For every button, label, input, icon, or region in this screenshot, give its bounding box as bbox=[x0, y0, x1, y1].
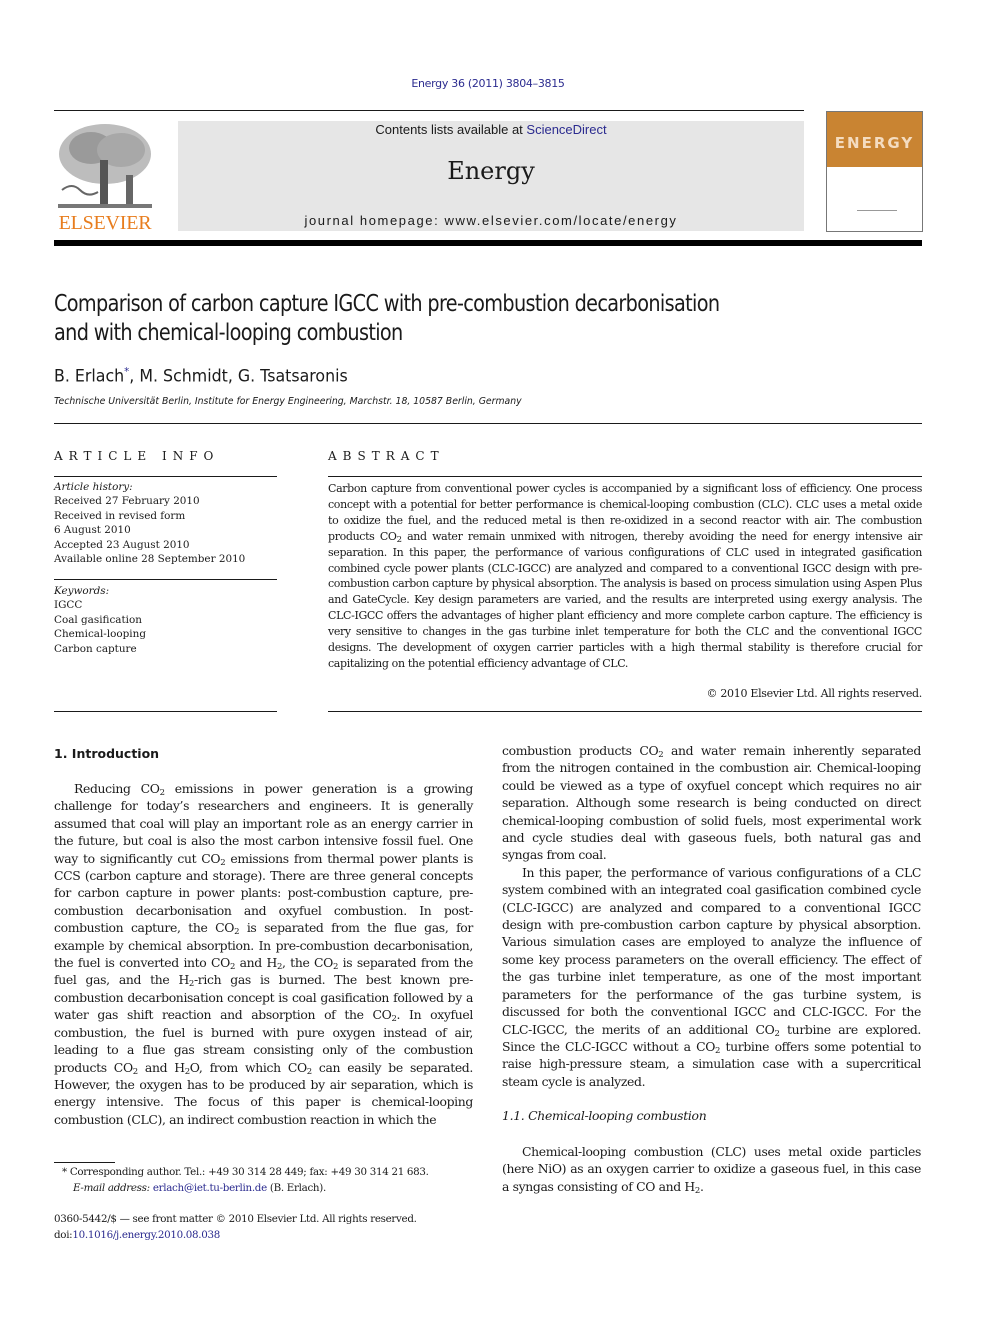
keywords-label: Keywords: bbox=[54, 585, 110, 597]
title-rule bbox=[54, 423, 922, 424]
keyword: Chemical-looping bbox=[54, 628, 146, 641]
history-item: Available online 28 September 2010 bbox=[54, 553, 246, 566]
subscript: 2 bbox=[774, 1028, 780, 1039]
info-rule bbox=[54, 476, 277, 477]
subscript: 2 bbox=[184, 1066, 190, 1077]
email-line: E-mail address: erlach@iet.tu-berlin.de … bbox=[62, 1181, 482, 1197]
contents-line: Contents lists available at ScienceDirec… bbox=[178, 122, 804, 137]
article-history-label: Article history: bbox=[54, 481, 133, 493]
subscript: 2 bbox=[332, 962, 339, 973]
subscript: 2 bbox=[159, 788, 165, 798]
subscript: 2 bbox=[132, 1066, 138, 1077]
email-label: E-mail address: bbox=[73, 1181, 150, 1194]
contents-prefix: Contents lists available at bbox=[375, 122, 527, 137]
footnote-rule bbox=[54, 1162, 115, 1163]
front-matter: 0360-5442/$ — see front matter © 2010 El… bbox=[54, 1212, 494, 1243]
front-matter-text: 0360-5442/$ — see front matter © 2010 El… bbox=[54, 1213, 417, 1225]
subscript: 2 bbox=[306, 1066, 312, 1077]
article-title: Comparison of carbon capture IGCC with p… bbox=[54, 290, 872, 348]
abstract-copyright: © 2010 Elsevier Ltd. All rights reserved… bbox=[706, 687, 922, 700]
abstract-rule bbox=[328, 711, 922, 712]
subscript: 2 bbox=[396, 534, 402, 545]
subsection-heading: 1.1. Chemical-looping combustion bbox=[502, 1108, 707, 1123]
keywords: Keywords: IGCC Coal gasification Chemica… bbox=[54, 584, 277, 656]
affiliation: Technische Universität Berlin, Institute… bbox=[54, 396, 522, 407]
subscript: 2 bbox=[188, 979, 194, 990]
corresponding-author-footnote: * Corresponding author. Tel.: +49 30 314… bbox=[62, 1165, 482, 1196]
subscript: 2 bbox=[658, 750, 664, 760]
elsevier-tree-icon bbox=[56, 120, 154, 212]
keyword: Coal gasification bbox=[54, 613, 142, 626]
abstract-heading: ABSTRACT bbox=[328, 449, 445, 463]
header-rule bbox=[54, 110, 804, 111]
history-item: 6 August 2010 bbox=[54, 524, 131, 537]
abstract-text: Carbon capture from conventional power c… bbox=[328, 482, 922, 670]
journal-name: Energy bbox=[447, 157, 535, 185]
elsevier-wordmark: ELSEVIER bbox=[58, 212, 152, 234]
subscript: 2 bbox=[229, 962, 236, 973]
elsevier-logo[interactable]: ELSEVIER bbox=[54, 120, 156, 234]
doi-link[interactable]: 10.1016/j.energy.2010.08.038 bbox=[72, 1229, 220, 1241]
doi-line: doi:10.1016/j.energy.2010.08.038 bbox=[54, 1228, 494, 1244]
subscript: 2 bbox=[715, 1045, 721, 1056]
body-paragraph: In this paper, the performance of variou… bbox=[502, 864, 921, 1089]
sciencedirect-link[interactable]: ScienceDirect bbox=[526, 122, 606, 137]
subscript: 2 bbox=[391, 1014, 397, 1025]
body-column-left: Reducing CO2 emissions in power generati… bbox=[54, 780, 473, 1128]
subscript: 2 bbox=[234, 927, 240, 938]
abstract-rule bbox=[328, 476, 922, 477]
author-name: B. Erlach bbox=[54, 366, 125, 387]
doi-prefix: doi: bbox=[54, 1228, 73, 1241]
info-rule bbox=[54, 711, 277, 712]
cover-title: ENERGY bbox=[834, 134, 915, 152]
body-paragraph: Reducing CO2 emissions in power generati… bbox=[54, 781, 474, 1127]
keyword: Carbon capture bbox=[54, 642, 137, 655]
body-column-right-continued: Chemical-looping combustion (CLC) uses m… bbox=[502, 1143, 921, 1195]
journal-citation-link[interactable]: Energy 36 (2011) 3804–3815 bbox=[0, 77, 976, 90]
body-column-right: combustion products CO2 and water remain… bbox=[502, 742, 921, 1090]
journal-banner: Contents lists available at ScienceDirec… bbox=[178, 121, 804, 231]
info-rule bbox=[54, 579, 277, 580]
author-names-rest: , M. Schmidt, G. Tsatsaronis bbox=[129, 366, 348, 387]
article-info-heading: ARTICLE INFO bbox=[54, 449, 220, 463]
subscript: 2 bbox=[276, 962, 282, 973]
author-list: B. Erlach*, M. Schmidt, G. Tsatsaronis bbox=[54, 365, 348, 387]
cover-sciencedirect-mark bbox=[857, 210, 897, 217]
title-line-2: and with chemical-looping combustion bbox=[54, 320, 403, 346]
body-paragraph: combustion products CO2 and water remain… bbox=[502, 743, 921, 863]
section-heading-introduction: 1. Introduction bbox=[54, 746, 160, 761]
subscript: 2 bbox=[220, 857, 226, 868]
subscript: 2 bbox=[694, 1185, 700, 1196]
title-line-1: Comparison of carbon capture IGCC with p… bbox=[54, 291, 720, 317]
history-item: Received 27 February 2010 bbox=[54, 495, 200, 508]
corresponding-author-text: * Corresponding author. Tel.: +49 30 314… bbox=[62, 1166, 429, 1178]
history-item: Accepted 23 August 2010 bbox=[54, 538, 190, 551]
journal-cover-thumbnail[interactable]: ENERGY bbox=[826, 111, 923, 232]
email-link[interactable]: erlach@iet.tu-berlin.de bbox=[153, 1182, 267, 1194]
keyword: IGCC bbox=[54, 599, 83, 612]
article-history: Article history: Received 27 February 20… bbox=[54, 480, 277, 566]
email-suffix: (B. Erlach). bbox=[266, 1181, 326, 1194]
body-paragraph: Chemical-looping combustion (CLC) uses m… bbox=[502, 1144, 921, 1196]
journal-homepage-link[interactable]: journal homepage: www.elsevier.com/locat… bbox=[178, 213, 804, 228]
history-item: Received in revised form bbox=[54, 509, 186, 522]
header-thick-rule bbox=[54, 240, 922, 246]
